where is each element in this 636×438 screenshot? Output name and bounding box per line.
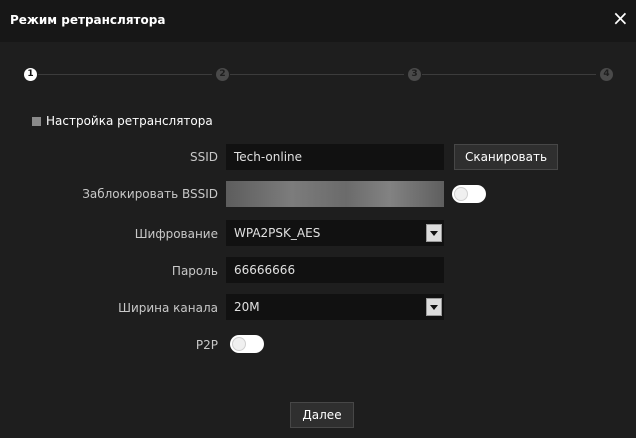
next-button[interactable]: Далее xyxy=(290,402,354,428)
step-connector xyxy=(38,74,212,75)
section-title: Настройка ретранслятора xyxy=(46,114,213,128)
encryption-value: WPA2PSK_AES xyxy=(234,226,321,240)
p2p-toggle[interactable] xyxy=(230,335,264,353)
chevron-down-icon[interactable] xyxy=(426,298,442,316)
step-3-indicator: 3 xyxy=(408,68,421,81)
encryption-select[interactable]: WPA2PSK_AES xyxy=(226,220,444,246)
password-label: Пароль xyxy=(171,264,218,278)
lock-bssid-label: Заблокировать BSSID xyxy=(82,187,218,201)
repeater-mode-dialog: Режим ретранслятора × 1 2 3 4 Настройка … xyxy=(0,0,636,438)
password-input[interactable]: 66666666 xyxy=(226,257,444,283)
ssid-input[interactable]: Tech-online xyxy=(226,144,444,170)
toggle-knob xyxy=(232,337,246,351)
channel-width-value: 20M xyxy=(234,300,260,314)
step-1-indicator: 1 xyxy=(24,68,37,81)
ssid-label: SSID xyxy=(189,150,218,164)
step-4-indicator: 4 xyxy=(600,68,613,81)
toggle-knob xyxy=(454,187,468,201)
wizard-stepper: 1 2 3 4 xyxy=(0,62,636,88)
step-2-indicator: 2 xyxy=(216,68,229,81)
p2p-label: P2P xyxy=(195,338,218,352)
section-header: Настройка ретранслятора xyxy=(32,114,213,128)
step-connector xyxy=(422,74,596,75)
lock-bssid-toggle[interactable] xyxy=(452,185,486,203)
dialog-titlebar: Режим ретранслятора × xyxy=(0,0,636,42)
scan-button[interactable]: Сканировать xyxy=(454,144,558,170)
bssid-field-blurred[interactable] xyxy=(226,181,444,207)
step-connector xyxy=(230,74,404,75)
encryption-label: Шифрование xyxy=(134,227,218,241)
channel-width-label: Ширина канала xyxy=(118,301,218,315)
square-bullet-icon xyxy=(32,117,41,126)
chevron-down-icon[interactable] xyxy=(426,224,442,242)
dialog-title: Режим ретранслятора xyxy=(10,13,166,27)
close-icon[interactable]: × xyxy=(612,8,629,28)
channel-width-select[interactable]: 20M xyxy=(226,294,444,320)
